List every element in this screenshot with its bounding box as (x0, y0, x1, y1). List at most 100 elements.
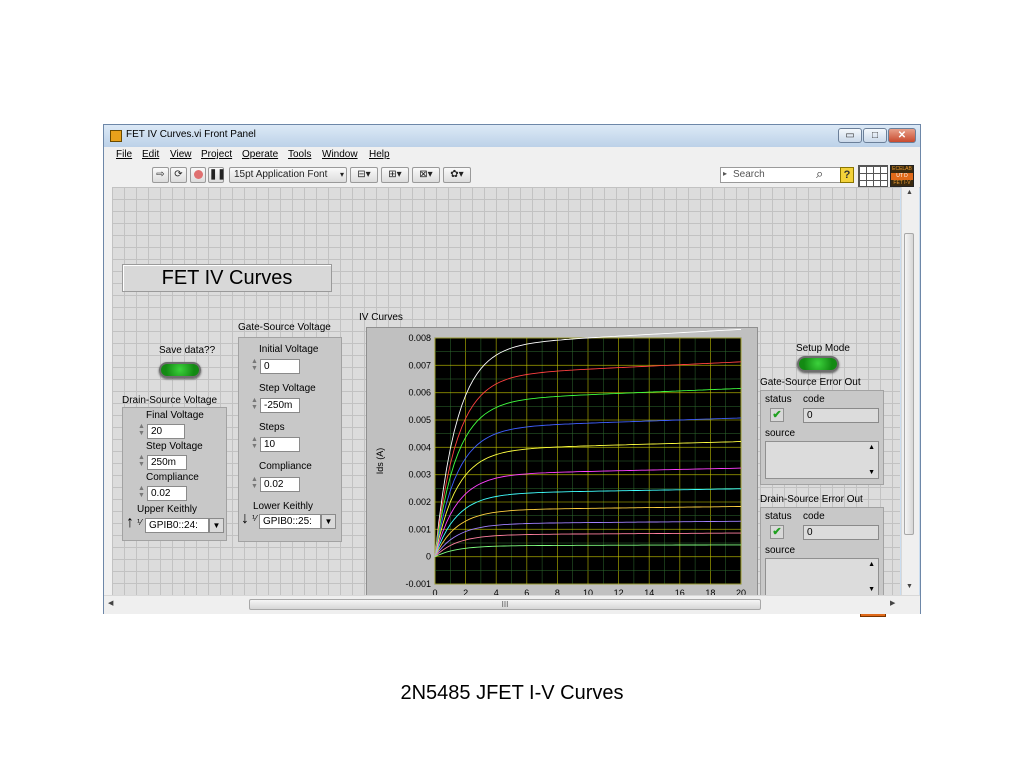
pause-icon[interactable]: ❚❚ (208, 167, 226, 183)
drain-source-group: Final Voltage ▲ ▼ 20 Step Voltage ▲ ▼ 250m… (122, 407, 227, 541)
y-tick-label: 0.006 (408, 388, 431, 398)
scroll-down-icon[interactable]: ▼ (868, 469, 875, 476)
gate-source-title: Gate-Source Voltage (238, 322, 331, 333)
abort-icon[interactable] (190, 167, 206, 183)
gs-compliance-label: Compliance (259, 461, 312, 472)
y-axis-label: Ids (A) (375, 448, 385, 475)
menu-view[interactable]: View (170, 149, 192, 160)
gs-source-textbox[interactable]: ▲ ▼ (765, 441, 879, 479)
window-title: FET IV Curves.vi Front Panel (126, 129, 256, 140)
chart-title: IV Curves (359, 312, 403, 323)
run-continuously-icon[interactable]: ⟳ (170, 167, 187, 183)
menu-project[interactable]: Project (201, 149, 232, 160)
font-select-label: 15pt Application Font (234, 169, 328, 180)
y-tick-label: 0.002 (408, 497, 431, 507)
ds-error-cluster: status code ✔ 0 source ▲ ▼ (760, 507, 884, 602)
magnifier-icon[interactable]: ⌕ (816, 166, 823, 182)
scroll-right-icon[interactable]: ▶ (890, 599, 895, 607)
gs-step-voltage-input[interactable]: -250m (260, 398, 300, 413)
upper-keithley-label: Upper Keithly (137, 504, 198, 515)
gs-initial-voltage-input[interactable]: 0 (260, 359, 300, 374)
scroll-up-icon[interactable]: ▲ (868, 561, 875, 568)
horizontal-scroll-thumb[interactable]: III (249, 599, 761, 610)
setup-mode-toggle[interactable] (797, 356, 839, 372)
gs-code-label: code (803, 394, 825, 405)
minimize-button[interactable]: ▭ (838, 128, 862, 143)
close-button[interactable]: ✕ (888, 128, 916, 143)
arrow-down-icon: ↓ (241, 510, 249, 527)
panel-left-border (104, 187, 112, 595)
ds-step-voltage-spinner[interactable]: ▲ ▼ (137, 454, 146, 469)
gs-compliance-input[interactable]: 0.02 (260, 477, 300, 492)
ds-source-textbox[interactable]: ▲ ▼ (765, 558, 879, 596)
chevron-down-icon: ▾ (339, 170, 344, 179)
menu-edit[interactable]: Edit (142, 149, 159, 160)
ds-compliance-input[interactable]: 0.02 (147, 486, 187, 501)
gs-initial-voltage-spinner[interactable]: ▲ ▼ (250, 358, 259, 373)
gs-compliance-spinner[interactable]: ▲ ▼ (250, 476, 259, 491)
gs-step-voltage-label: Step Voltage (259, 383, 316, 394)
distribute-objects-icon[interactable]: ⊞▾ (381, 167, 409, 183)
font-select[interactable]: 15pt Application Font ▾ (229, 167, 347, 183)
upper-keithley-dropdown[interactable]: ▼ (209, 518, 224, 533)
scroll-down-icon[interactable]: ▼ (906, 583, 913, 590)
horizontal-scrollbar[interactable]: ◀ III ▶ (104, 595, 920, 614)
gs-steps-input[interactable]: 10 (260, 437, 300, 452)
y-tick-label: 0.004 (408, 442, 431, 452)
gate-source-group: Initial Voltage ▲ ▼ 0 Step Voltage ▲ ▼ -25… (238, 337, 342, 542)
arrow-up-icon: ↑ (126, 514, 134, 531)
menu-file[interactable]: File (116, 149, 132, 160)
menu-operate[interactable]: Operate (242, 149, 278, 160)
gs-error-title: Gate-Source Error Out (760, 377, 861, 388)
gs-error-cluster: status code ✔ 0 source ▲ ▼ (760, 390, 884, 485)
save-data-label: Save data?? (159, 345, 216, 356)
ds-compliance-spinner[interactable]: ▲ ▼ (137, 485, 146, 500)
vi-icon-line-3: FET I-V (893, 180, 911, 186)
chart-svg: 0 2 4 6 8 10 12 14 16 18 20-0.00100.0010.0020.0030… (375, 328, 746, 610)
maximize-button[interactable]: □ (863, 128, 887, 143)
menu-help[interactable]: Help (369, 149, 390, 160)
context-help-icon[interactable]: ? (840, 167, 854, 183)
ds-final-voltage-input[interactable]: 20 (147, 424, 185, 439)
vi-icon[interactable]: ECELAB UT D FET I-V (890, 165, 914, 187)
scroll-up-icon[interactable]: ▲ (906, 189, 913, 196)
y-tick-label: 0.008 (408, 333, 431, 343)
ds-compliance-label: Compliance (146, 472, 199, 483)
search-input[interactable]: ▸ Search (720, 167, 842, 183)
lower-keithley-dropdown[interactable]: ▼ (321, 514, 336, 529)
ds-final-voltage-label: Final Voltage (146, 410, 204, 421)
labview-vi-icon (110, 130, 122, 142)
ds-error-title: Drain-Source Error Out (760, 494, 863, 505)
ds-status-label: status (765, 511, 792, 522)
slide-caption: 2N5485 JFET I-V Curves (400, 682, 624, 704)
menu-window[interactable]: Window (322, 149, 358, 160)
connector-pane-icon[interactable] (858, 165, 888, 187)
search-placeholder: Search (733, 169, 765, 180)
iv-curves-graph[interactable]: 0 2 4 6 8 10 12 14 16 18 20 -0.001 0 0.001 0.002 0.003 0… (366, 327, 758, 610)
gs-step-voltage-spinner[interactable]: ▲ ▼ (250, 397, 259, 412)
scroll-left-icon[interactable]: ◀ (108, 599, 113, 607)
ds-step-voltage-input[interactable]: 250m (147, 455, 187, 470)
upper-keithley-select[interactable]: GPIB0::24: (145, 518, 209, 533)
y-tick-label: 0.003 (408, 470, 431, 480)
menu-bar: File Edit View Project Operate Tools Win… (104, 147, 920, 163)
menu-tools[interactable]: Tools (288, 149, 311, 160)
gs-initial-voltage-label: Initial Voltage (259, 344, 319, 355)
ds-final-voltage-spinner[interactable]: ▲ ▼ (137, 423, 146, 438)
save-data-toggle[interactable] (159, 362, 201, 378)
lower-keithley-select[interactable]: GPIB0::25: (259, 514, 321, 529)
scroll-down-icon[interactable]: ▼ (868, 586, 875, 593)
title-bar[interactable]: FET IV Curves.vi Front Panel ▭ □ ✕ (104, 125, 920, 147)
y-tick-label: 0.005 (408, 415, 431, 425)
run-arrow-icon[interactable]: ⇨ (152, 167, 169, 183)
vertical-scroll-thumb[interactable] (904, 233, 914, 535)
search-arrow-icon: ▸ (723, 169, 728, 178)
ds-status-check-icon: ✔ (770, 525, 784, 539)
reorder-icon[interactable]: ✿▾ (443, 167, 471, 183)
scroll-up-icon[interactable]: ▲ (868, 444, 875, 451)
resize-objects-icon[interactable]: ⊠▾ (412, 167, 440, 183)
align-objects-icon[interactable]: ⊟▾ (350, 167, 378, 183)
ds-code-label: code (803, 511, 825, 522)
gs-status-check-icon: ✔ (770, 408, 784, 422)
gs-steps-spinner[interactable]: ▲ ▼ (250, 436, 259, 451)
